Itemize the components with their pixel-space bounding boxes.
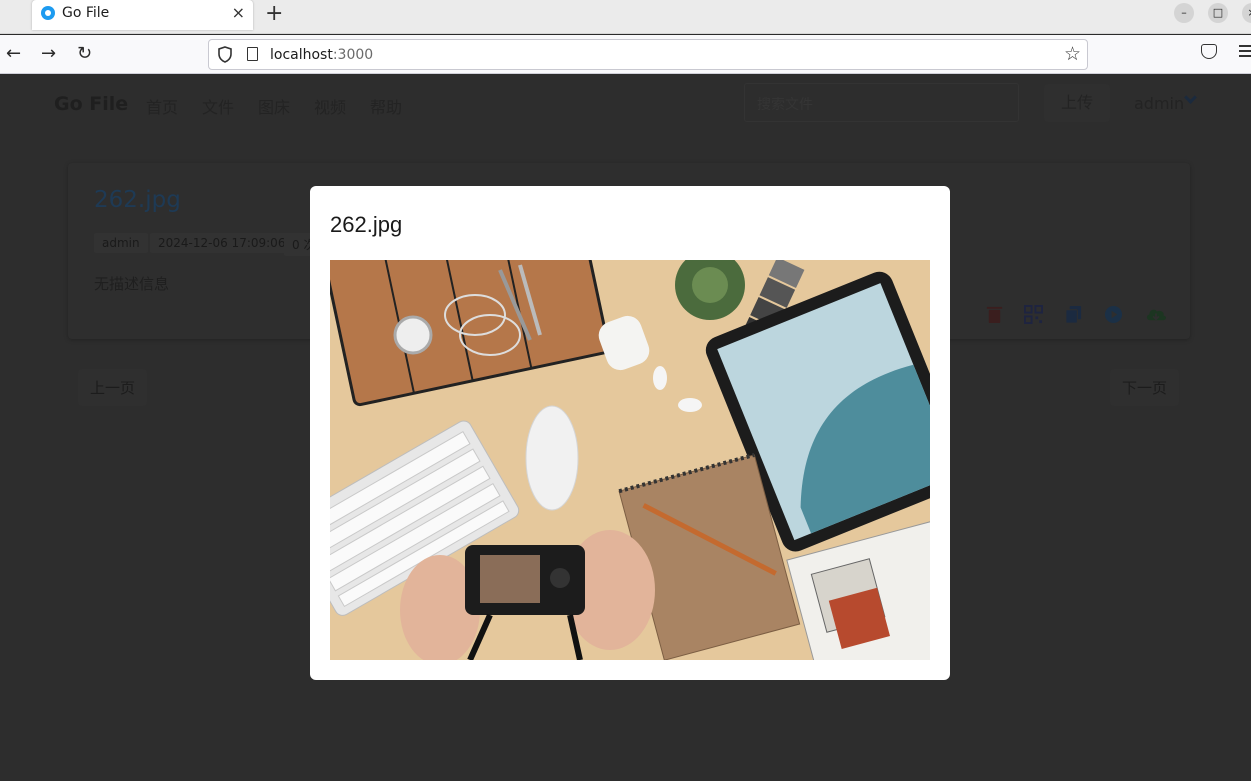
cloud-download-icon[interactable] bbox=[1144, 305, 1168, 324]
nav-files[interactable]: 文件 bbox=[202, 94, 234, 118]
bookmark-star-icon[interactable]: ☆ bbox=[1064, 43, 1081, 65]
preview-image bbox=[330, 260, 930, 660]
trash-icon[interactable] bbox=[985, 305, 1004, 324]
upload-button[interactable]: 上传 bbox=[1044, 84, 1110, 122]
file-title[interactable]: 262.jpg bbox=[94, 187, 181, 213]
page-icon bbox=[247, 47, 258, 61]
modal-title: 262.jpg bbox=[330, 212, 403, 237]
image-preview-modal: 262.jpg bbox=[310, 186, 950, 680]
owner-tag: admin bbox=[94, 233, 148, 253]
copy-icon[interactable] bbox=[1064, 305, 1083, 324]
shield-icon bbox=[218, 46, 232, 63]
browser-tab[interactable]: Go File × bbox=[32, 0, 253, 30]
url-text: localhost:3000 bbox=[270, 47, 374, 63]
browser-tab-bar: Go File × + – □ × bbox=[0, 0, 1251, 34]
maximize-button[interactable]: □ bbox=[1208, 3, 1228, 23]
tab-title: Go File bbox=[62, 5, 110, 21]
forward-icon[interactable]: → bbox=[41, 44, 56, 64]
browser-nav-bar: ← → ↻ localhost:3000 ☆ bbox=[0, 35, 1251, 74]
file-description: 无描述信息 bbox=[94, 275, 170, 293]
reload-icon[interactable]: ↻ bbox=[77, 44, 92, 64]
search-placeholder: 搜索文件 bbox=[757, 97, 813, 113]
new-tab-button[interactable]: + bbox=[265, 1, 283, 26]
next-page-button[interactable]: 下一页 bbox=[1110, 369, 1180, 406]
preview-photo bbox=[330, 260, 930, 660]
address-bar[interactable]: localhost:3000 ☆ bbox=[208, 39, 1088, 70]
play-icon[interactable] bbox=[1104, 305, 1123, 324]
minimize-button[interactable]: – bbox=[1174, 3, 1194, 23]
search-input[interactable]: 搜索文件 bbox=[744, 83, 1019, 122]
user-menu[interactable]: admin bbox=[1134, 94, 1184, 113]
date-tag: 2024-12-06 17:09:06 bbox=[150, 233, 294, 253]
chevron-down-icon[interactable] bbox=[1184, 91, 1197, 104]
brand-logo[interactable]: Go File bbox=[54, 93, 128, 115]
close-window-button[interactable]: × bbox=[1242, 3, 1251, 23]
qrcode-icon[interactable] bbox=[1024, 305, 1043, 324]
nav-video[interactable]: 视频 bbox=[314, 94, 346, 118]
hamburger-menu-icon[interactable] bbox=[1239, 45, 1251, 60]
nav-image-host[interactable]: 图床 bbox=[258, 94, 290, 118]
tab-close-icon[interactable]: × bbox=[232, 3, 245, 22]
nav-help[interactable]: 帮助 bbox=[370, 94, 402, 118]
favicon-icon bbox=[41, 6, 55, 20]
back-icon[interactable]: ← bbox=[6, 44, 21, 64]
nav-home[interactable]: 首页 bbox=[146, 94, 178, 118]
prev-page-button[interactable]: 上一页 bbox=[78, 369, 148, 406]
pocket-icon[interactable] bbox=[1201, 44, 1217, 59]
